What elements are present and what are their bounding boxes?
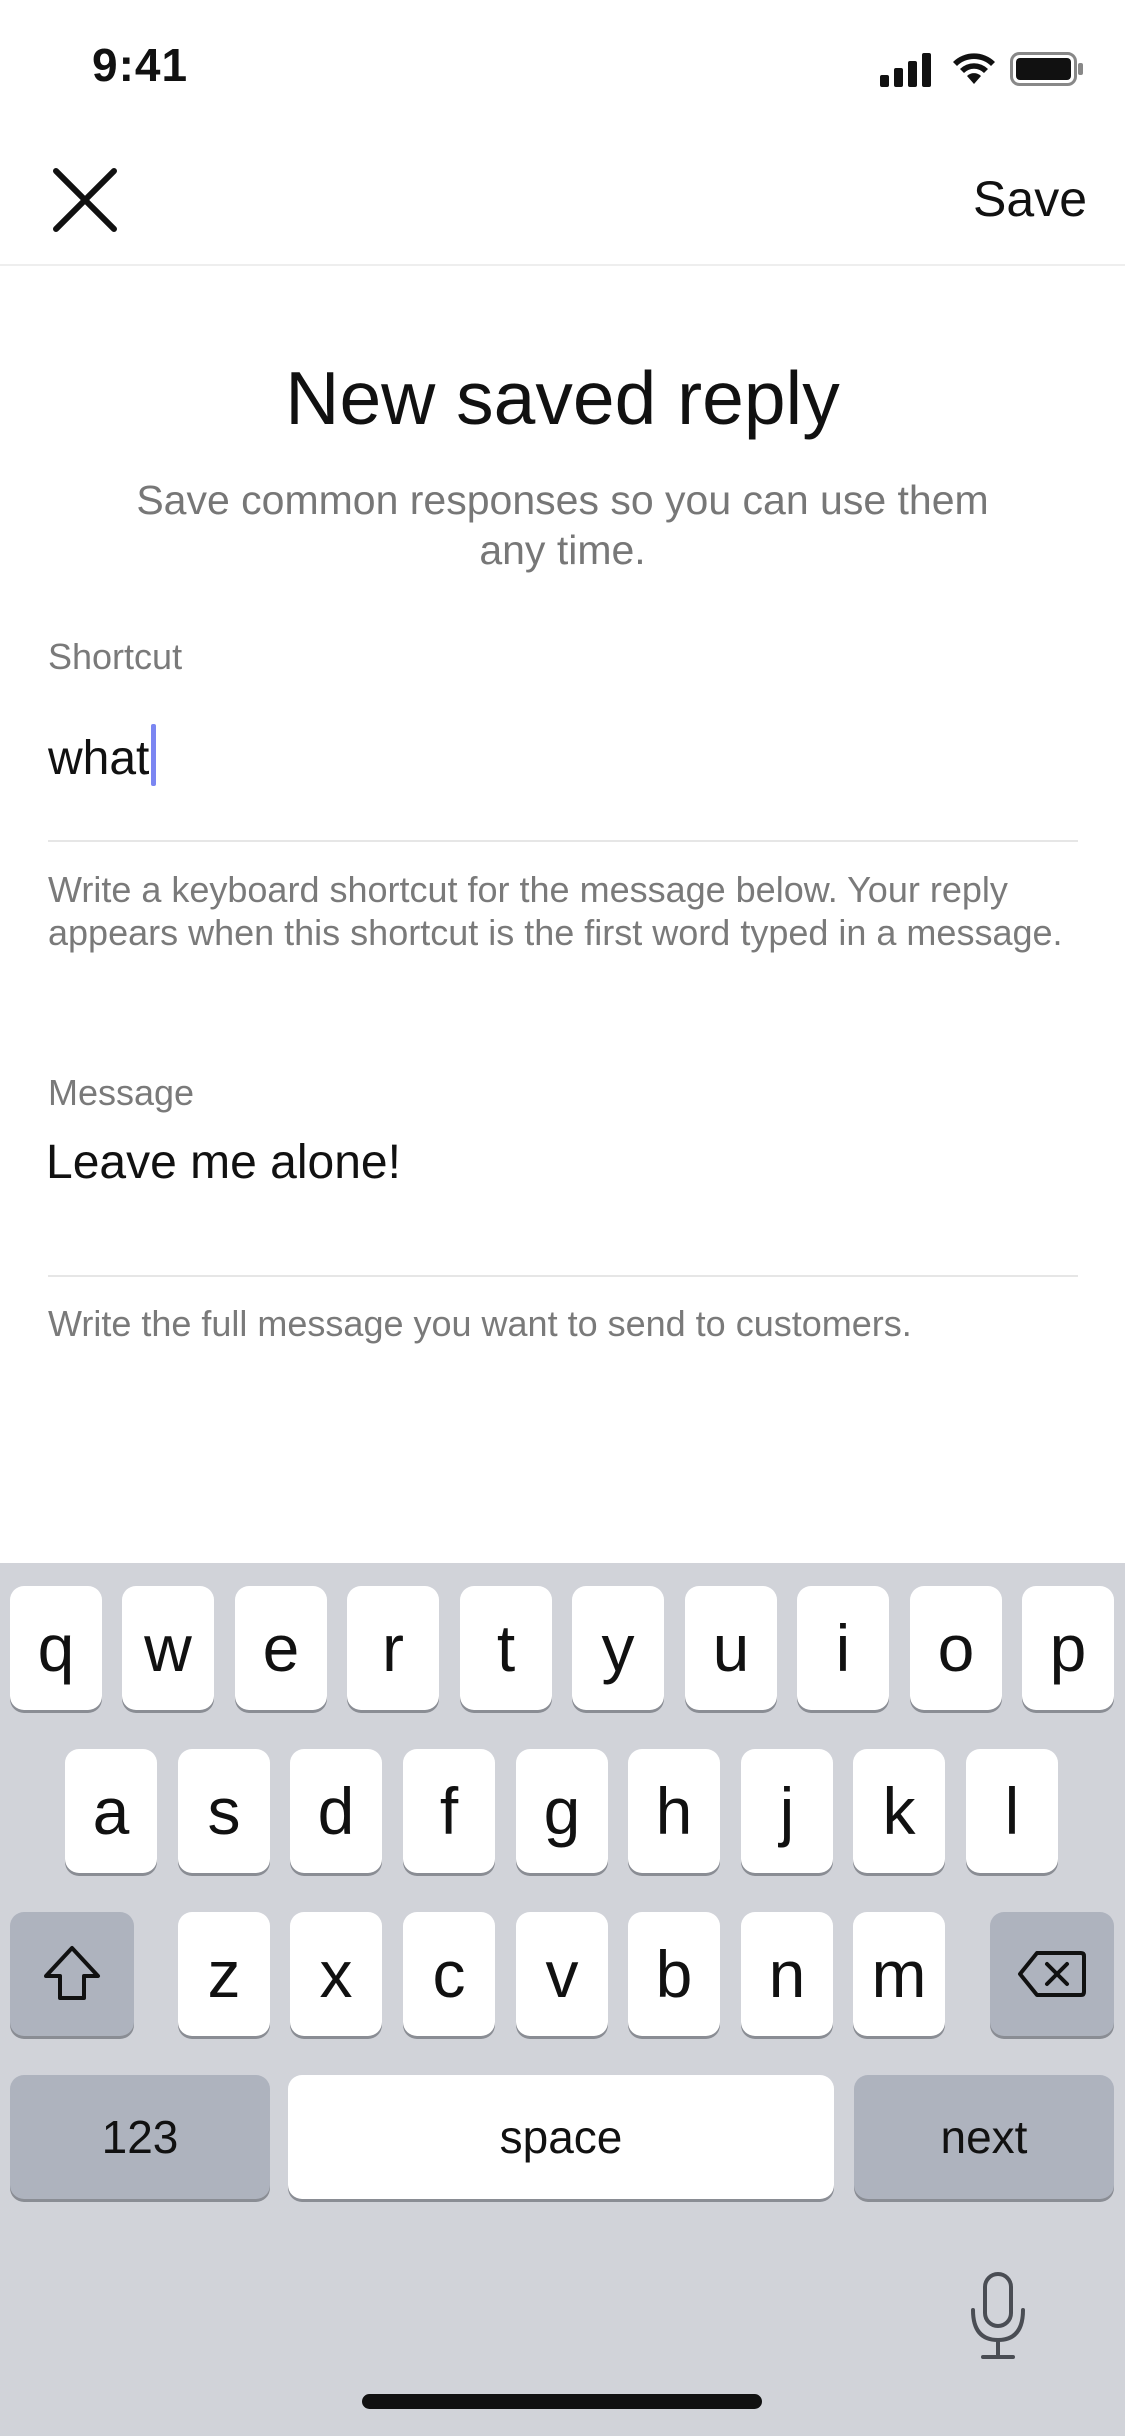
shortcut-input[interactable]: what xyxy=(48,724,1078,790)
key-g[interactable]: g xyxy=(516,1749,608,1873)
keyboard: q w e r t y u i o p a s d f g h j k l z … xyxy=(0,1563,1125,2436)
key-f[interactable]: f xyxy=(403,1749,495,1873)
key-s[interactable]: s xyxy=(178,1749,270,1873)
battery-icon xyxy=(1010,52,1083,86)
home-indicator xyxy=(362,2394,762,2409)
message-label: Message xyxy=(48,1072,195,1113)
key-b[interactable]: b xyxy=(628,1912,720,2036)
key-n[interactable]: n xyxy=(741,1912,833,2036)
key-p[interactable]: p xyxy=(1022,1586,1114,1710)
shift-key[interactable] xyxy=(10,1912,134,2036)
key-c[interactable]: c xyxy=(403,1912,495,2036)
save-button[interactable]: Save xyxy=(973,170,1087,228)
nav-divider xyxy=(0,264,1125,266)
message-help-text: Write the full message you want to send … xyxy=(48,1303,912,1344)
shortcut-value: what xyxy=(48,731,150,785)
page-title: New saved reply xyxy=(285,356,840,440)
close-icon[interactable] xyxy=(50,165,120,235)
key-u[interactable]: u xyxy=(685,1586,777,1710)
shortcut-help-text: Write a keyboard shortcut for the messag… xyxy=(48,869,1063,953)
key-k[interactable]: k xyxy=(853,1749,945,1873)
key-m[interactable]: m xyxy=(853,1912,945,2036)
microphone-icon[interactable] xyxy=(967,2270,1029,2362)
key-w[interactable]: w xyxy=(122,1586,214,1710)
message-input[interactable]: Leave me alone! xyxy=(46,1135,1076,1190)
key-o[interactable]: o xyxy=(910,1586,1002,1710)
numbers-key[interactable]: 123 xyxy=(10,2075,270,2199)
backspace-key[interactable] xyxy=(990,1912,1114,2036)
backspace-icon xyxy=(1018,1951,1086,1997)
key-z[interactable]: z xyxy=(178,1912,270,2036)
key-r[interactable]: r xyxy=(347,1586,439,1710)
key-x[interactable]: x xyxy=(290,1912,382,2036)
page-subtitle: Save common responses so you can use the… xyxy=(136,477,989,573)
cellular-signal-icon xyxy=(880,53,931,87)
text-cursor xyxy=(151,724,157,786)
key-a[interactable]: a xyxy=(65,1749,157,1873)
key-i[interactable]: i xyxy=(797,1586,889,1710)
next-key[interactable]: next xyxy=(854,2075,1114,2199)
key-y[interactable]: y xyxy=(572,1586,664,1710)
message-divider xyxy=(48,1275,1078,1277)
space-key[interactable]: space xyxy=(288,2075,834,2199)
key-l[interactable]: l xyxy=(966,1749,1058,1873)
key-v[interactable]: v xyxy=(516,1912,608,2036)
key-e[interactable]: e xyxy=(235,1586,327,1710)
shortcut-label: Shortcut xyxy=(48,636,183,677)
wifi-icon xyxy=(953,53,995,84)
shortcut-divider xyxy=(48,840,1078,842)
key-t[interactable]: t xyxy=(460,1586,552,1710)
key-q[interactable]: q xyxy=(10,1586,102,1710)
key-j[interactable]: j xyxy=(741,1749,833,1873)
shift-icon xyxy=(44,1946,100,2000)
status-time: 9:41 xyxy=(92,39,189,91)
key-d[interactable]: d xyxy=(290,1749,382,1873)
key-h[interactable]: h xyxy=(628,1749,720,1873)
